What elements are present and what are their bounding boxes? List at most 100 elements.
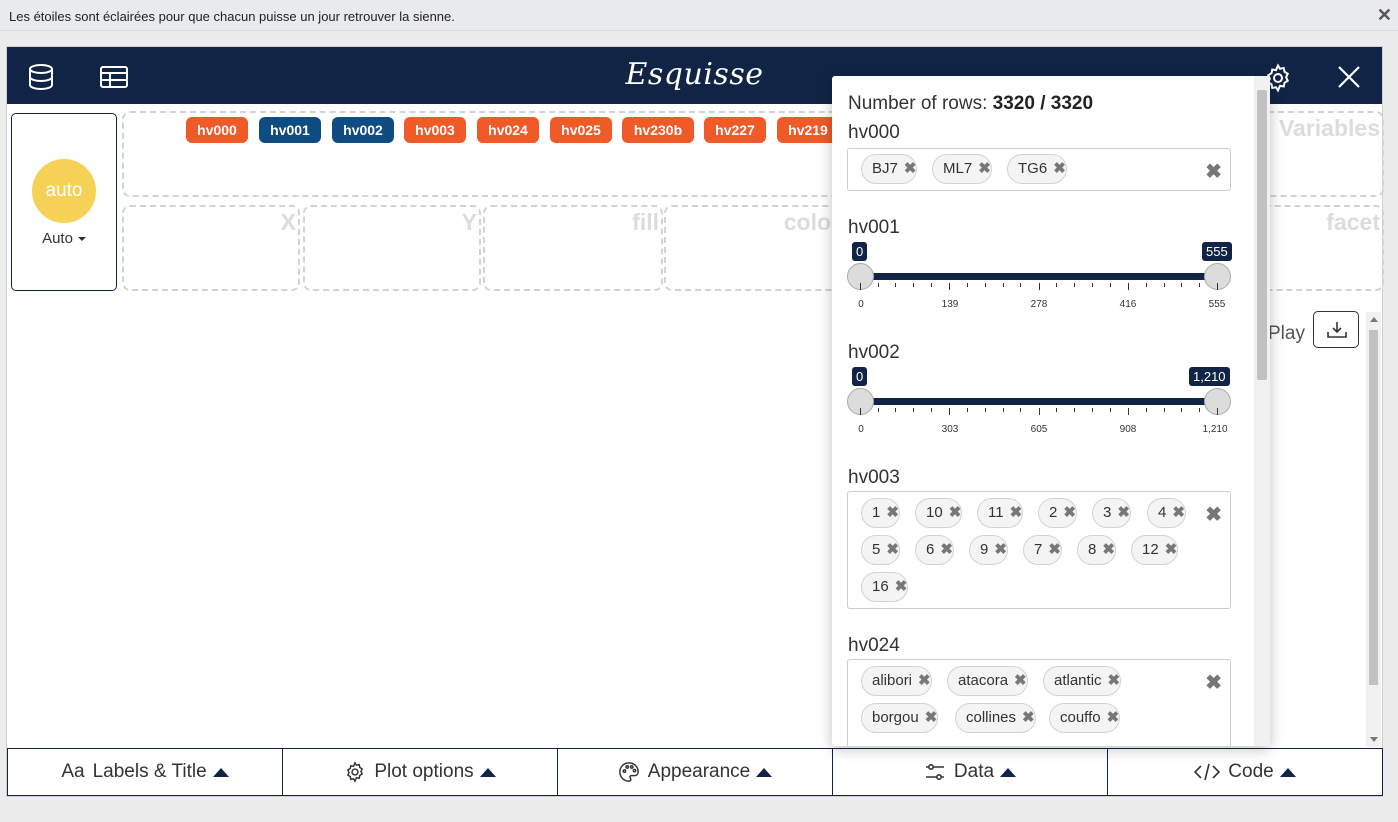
filter-select-hv000[interactable]: BJ7 ✖ ML7 ✖ TG6 ✖ ✖: [847, 148, 1231, 191]
remove-tag-icon[interactable]: ✖: [918, 672, 931, 689]
filter-select-hv024[interactable]: alibori ✖ atacora ✖ atlantic ✖ borgou ✖ coll…: [847, 659, 1231, 746]
filter-tag[interactable]: 5 ✖: [861, 535, 900, 565]
tick-label: 303: [941, 424, 959, 435]
filter-tag[interactable]: 1 ✖: [861, 498, 900, 528]
remove-tag-icon[interactable]: ✖: [994, 541, 1007, 558]
scrollbar-thumb[interactable]: [1257, 90, 1267, 380]
variable-badge[interactable]: hv219: [777, 117, 839, 143]
appearance-button[interactable]: Appearance: [557, 748, 833, 796]
remove-tag-icon[interactable]: ✖: [949, 504, 962, 521]
filter-tag[interactable]: collines ✖: [955, 703, 1036, 733]
remove-tag-icon[interactable]: ✖: [886, 541, 899, 558]
scroll-down-icon[interactable]: [1370, 737, 1378, 742]
data-button[interactable]: Data: [832, 748, 1108, 796]
code-button[interactable]: Code: [1107, 748, 1383, 796]
appearance-label: Appearance: [647, 761, 751, 782]
filter-tag[interactable]: atacora ✖: [947, 666, 1028, 696]
slider-track-hv002[interactable]: [860, 398, 1217, 405]
rows-count: Number of rows: 3320 / 3320: [848, 93, 1093, 115]
close-icon[interactable]: [1337, 65, 1361, 94]
clear-selection-icon[interactable]: ✖: [1205, 670, 1222, 695]
remove-tag-icon[interactable]: ✖: [925, 709, 938, 726]
x-zone[interactable]: X: [122, 205, 300, 291]
remove-tag-icon[interactable]: ✖: [978, 160, 991, 177]
geom-dropdown[interactable]: Auto: [12, 230, 116, 247]
remove-tag-icon[interactable]: ✖: [1117, 504, 1130, 521]
filter-select-hv003[interactable]: 1 ✖ 10 ✖ 11 ✖ 2 ✖ 3 ✖ 4 ✖ 5 ✖ 6 ✖ 9 ✖ 7 ✖ 8 ✖ 12 ✖ 1…: [847, 491, 1231, 609]
remove-tag-icon[interactable]: ✖: [1107, 709, 1120, 726]
tag-label: 2: [1049, 504, 1058, 521]
filter-tag[interactable]: 8 ✖: [1077, 535, 1116, 565]
remove-tag-icon[interactable]: ✖: [886, 504, 899, 521]
variable-badge[interactable]: hv230b: [622, 117, 694, 143]
fill-zone[interactable]: fill: [483, 205, 663, 291]
remove-tag-icon[interactable]: ✖: [1165, 541, 1178, 558]
remove-tag-icon[interactable]: ✖: [1063, 504, 1076, 521]
tag-label: 6: [926, 541, 935, 558]
filter-tag[interactable]: 10 ✖: [915, 498, 963, 528]
scrollbar-thumb[interactable]: [1369, 330, 1378, 685]
remove-tag-icon[interactable]: ✖: [904, 160, 917, 177]
remove-tag-icon[interactable]: ✖: [1053, 160, 1066, 177]
variable-badge[interactable]: hv003: [404, 117, 466, 143]
variable-badge[interactable]: hv025: [550, 117, 612, 143]
clear-selection-icon[interactable]: ✖: [1205, 159, 1222, 184]
geom-selector[interactable]: auto Auto: [11, 113, 117, 291]
plot-options-button[interactable]: Plot options: [282, 748, 558, 796]
filter-tag[interactable]: 3 ✖: [1092, 498, 1131, 528]
tick-label: 139: [941, 299, 959, 310]
slider-min-value: 0: [852, 242, 868, 261]
filter-tag[interactable]: couffo ✖: [1049, 703, 1121, 733]
remove-tag-icon[interactable]: ✖: [1102, 541, 1115, 558]
filter-tag[interactable]: borgou ✖: [861, 703, 939, 733]
filter-tag[interactable]: ML7 ✖: [932, 154, 992, 184]
remove-tag-icon[interactable]: ✖: [1048, 541, 1061, 558]
tick-label: 0: [858, 299, 864, 310]
tag-label: 12: [1142, 541, 1159, 558]
y-zone[interactable]: Y: [303, 205, 481, 291]
filter-tag[interactable]: 9 ✖: [969, 535, 1008, 565]
variable-badge[interactable]: hv227: [704, 117, 766, 143]
filter-tag[interactable]: alibori ✖: [861, 666, 932, 696]
filter-tag[interactable]: 4 ✖: [1147, 498, 1186, 528]
remove-tag-icon[interactable]: ✖: [940, 541, 953, 558]
tag-label: 11: [988, 504, 1004, 521]
filter-tag[interactable]: 2 ✖: [1038, 498, 1077, 528]
filter-tag[interactable]: 11 ✖: [977, 498, 1024, 528]
notice-bar: Les étoiles sont éclairées pour que chac…: [0, 0, 1398, 31]
remove-tag-icon[interactable]: ✖: [1108, 672, 1121, 689]
slider-track-hv001[interactable]: [860, 273, 1217, 280]
variable-badge[interactable]: hv024: [477, 117, 539, 143]
filter-tag[interactable]: 16 ✖: [861, 572, 909, 602]
panel-scrollbar[interactable]: [1254, 76, 1270, 746]
scroll-up-icon[interactable]: [1370, 317, 1378, 322]
plot-scrollbar[interactable]: [1366, 312, 1381, 747]
filter-tag[interactable]: atlantic ✖: [1043, 666, 1122, 696]
zone-label: X: [280, 209, 296, 235]
data-filter-panel: Number of rows: 3320 / 3320 hv000 BJ7 ✖ M…: [832, 76, 1270, 746]
remove-tag-icon[interactable]: ✖: [895, 578, 908, 595]
variable-badge[interactable]: hv001: [259, 117, 321, 143]
sliders-icon: [924, 762, 946, 782]
labels-title-button[interactable]: Aa Labels & Title: [7, 748, 283, 796]
variable-badge[interactable]: hv002: [332, 117, 394, 143]
download-button[interactable]: [1313, 311, 1359, 348]
filter-tag[interactable]: 12 ✖: [1131, 535, 1179, 565]
close-icon[interactable]: ✕: [1377, 5, 1392, 26]
remove-tag-icon[interactable]: ✖: [1172, 504, 1185, 521]
remove-tag-icon[interactable]: ✖: [1014, 672, 1027, 689]
remove-tag-icon[interactable]: ✖: [1010, 504, 1023, 521]
clear-selection-icon[interactable]: ✖: [1205, 502, 1222, 527]
filter-tag[interactable]: 6 ✖: [915, 535, 954, 565]
tick-label: 605: [1030, 424, 1048, 435]
filter-tag[interactable]: 7 ✖: [1023, 535, 1062, 565]
filter-tag[interactable]: TG6 ✖: [1007, 154, 1067, 184]
variable-badge[interactable]: hv000: [186, 117, 248, 143]
caret-up-icon: [1000, 767, 1017, 777]
color-zone[interactable]: color: [664, 205, 844, 291]
remove-tag-icon[interactable]: ✖: [1022, 709, 1035, 726]
slider-min-value: 0: [852, 367, 868, 386]
filter-tag[interactable]: BJ7 ✖: [861, 154, 918, 184]
filter-label-hv024: hv024: [848, 635, 900, 656]
tag-label: 10: [926, 504, 943, 521]
